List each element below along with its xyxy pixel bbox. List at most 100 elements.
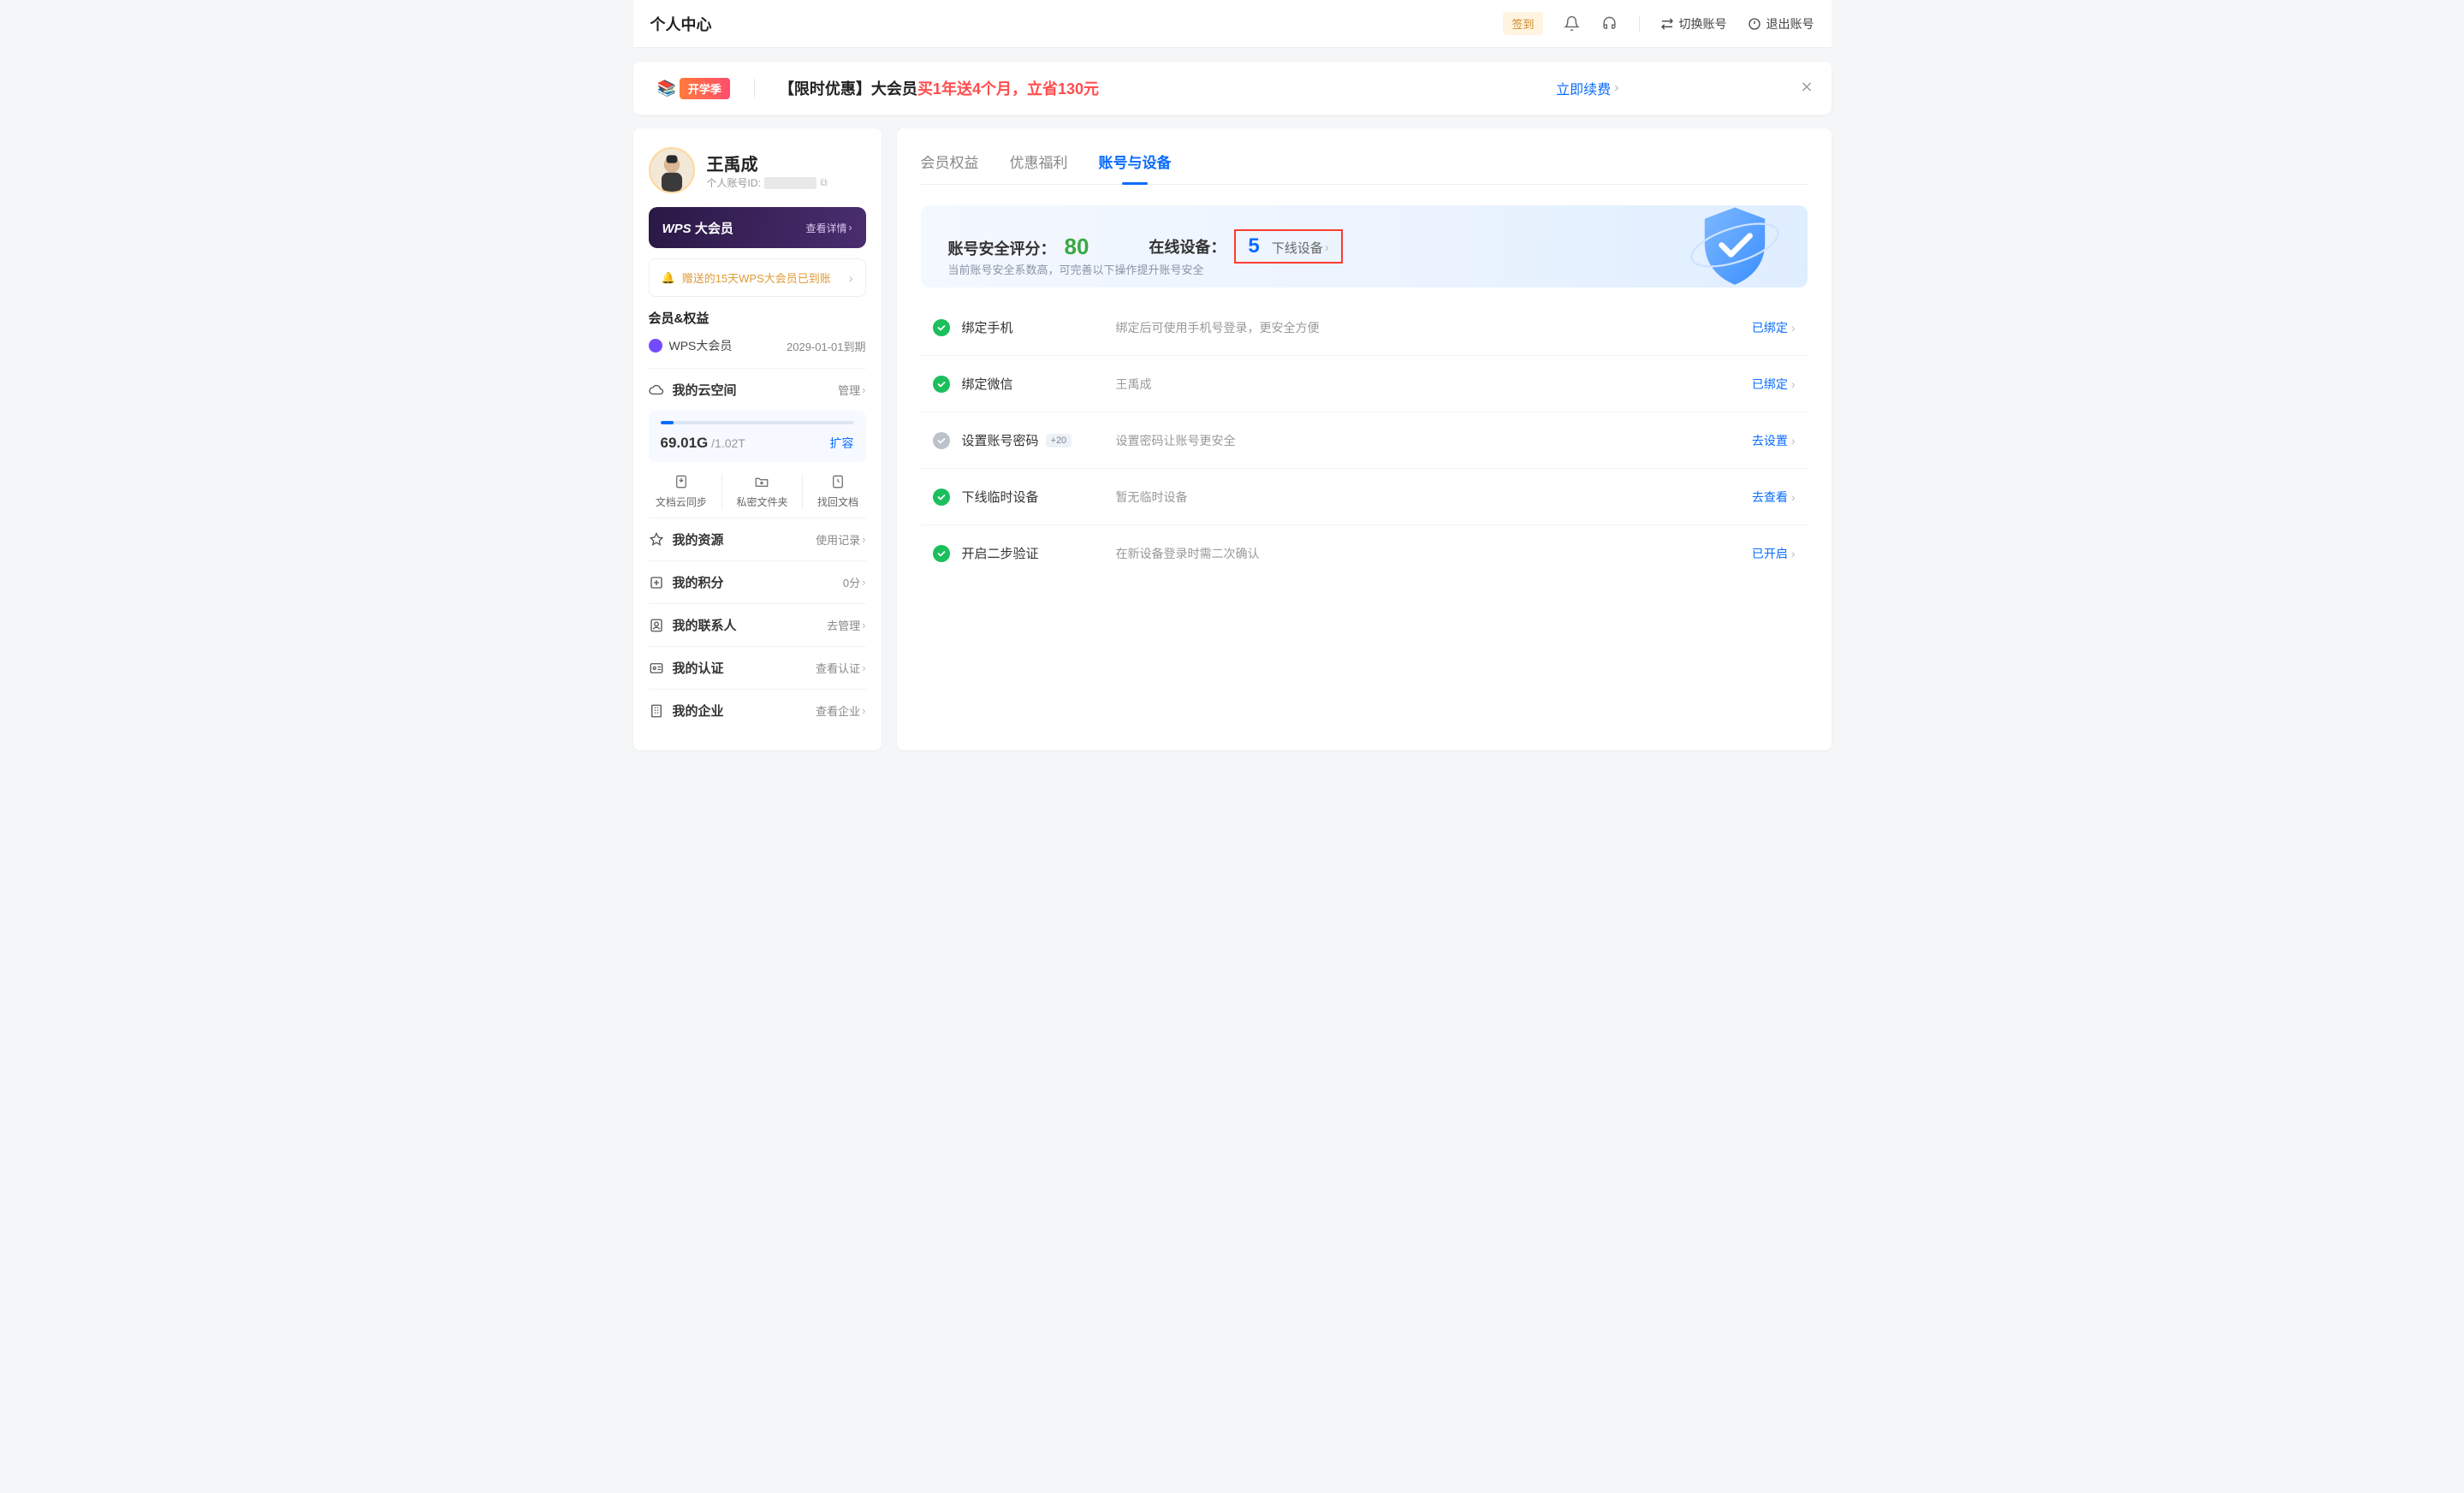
bell-icon[interactable] [1564, 15, 1581, 33]
security-score-panel: 账号安全评分： 80 在线设备： 5 下线设备 › 当前账号安全系数高，可完善以… [921, 205, 1808, 287]
sidebar-item-resources[interactable]: 我的资源 使用记录› [649, 518, 866, 560]
sidebar-item-contacts[interactable]: 我的联系人 去管理› [649, 603, 866, 646]
logout-button[interactable]: 退出账号 [1748, 15, 1814, 33]
security-row-4: 开启二步验证在新设备登录时需二次确认已开启 › [921, 525, 1808, 581]
renew-button[interactable]: 立即续费 › [1556, 78, 1618, 98]
check-icon [933, 319, 950, 336]
profile-name: 王禹成 [707, 151, 828, 175]
header-actions: 签到 切换账号 退出账号 [1503, 12, 1814, 35]
chevron-right-icon: › [862, 576, 865, 589]
switch-account-button[interactable]: 切换账号 [1660, 15, 1727, 33]
cert-icon [649, 661, 664, 676]
security-desc: 绑定后可使用手机号登录，更安全方便 [1116, 319, 1752, 336]
security-title: 绑定微信 [962, 375, 1116, 393]
bell-icon: 🔔 [662, 271, 675, 285]
chevron-right-icon: › [1614, 80, 1618, 96]
chevron-right-icon: › [1791, 377, 1796, 391]
chevron-right-icon: › [862, 661, 865, 674]
books-icon: 📚 [657, 80, 676, 98]
security-desc: 王禹成 [1116, 376, 1752, 393]
chevron-right-icon: › [1791, 490, 1796, 504]
storage-bar [661, 421, 854, 424]
tool-private[interactable]: 私密文件夹 [736, 474, 787, 509]
chevron-right-icon: › [1791, 434, 1796, 447]
chevron-right-icon: › [1325, 240, 1329, 255]
membership-row: WPS大会员 2029-01-01到期 [649, 337, 866, 354]
profile-id: 个人账号ID:00000000 ⧉ [707, 175, 828, 190]
cloud-manage-button[interactable]: 管理› [838, 382, 865, 398]
avatar[interactable] [649, 147, 695, 193]
cloud-section: 我的云空间 管理› [649, 368, 866, 411]
header: 个人中心 签到 切换账号 退出账号 [633, 0, 1832, 48]
storage-card: 69.01G /1.02T 扩容 [649, 411, 866, 462]
promo-badge-text: 开学季 [680, 78, 730, 99]
chevron-right-icon: › [862, 704, 865, 717]
logout-label: 退出账号 [1766, 15, 1814, 33]
shield-icon [1688, 205, 1782, 287]
security-row-1: 绑定微信王禹成已绑定 › [921, 356, 1808, 412]
security-desc: 设置密码让账号更安全 [1116, 432, 1752, 449]
resource-icon [649, 532, 664, 548]
score-value: 80 [1065, 234, 1090, 260]
security-title: 开启二步验证 [962, 544, 1116, 562]
vip-card[interactable]: WPS 大会员 查看详情› [649, 207, 866, 248]
tab-account[interactable]: 账号与设备 [1099, 145, 1172, 184]
security-row-3: 下线临时设备暂无临时设备去查看 › [921, 469, 1808, 525]
security-desc: 在新设备登录时需二次确认 [1116, 545, 1752, 562]
chevron-right-icon: › [1791, 321, 1796, 335]
security-title: 下线临时设备 [962, 488, 1116, 506]
membership-title: 会员&权益 [649, 309, 866, 327]
promo-banner: 📚 开学季 【限时优惠】大会员买1年送4个月，立省130元 立即续费 › [633, 62, 1832, 115]
check-icon [933, 489, 950, 506]
promo-badge: 📚 开学季 [657, 78, 730, 99]
recover-icon [830, 474, 846, 489]
chevron-right-icon: › [849, 222, 852, 234]
close-icon[interactable] [1799, 80, 1814, 98]
tool-recover[interactable]: 找回文档 [817, 474, 858, 509]
chevron-right-icon: › [1791, 547, 1796, 560]
switch-account-label: 切换账号 [1679, 15, 1727, 33]
sidebar-item-points[interactable]: 我的积分 0分› [649, 560, 866, 603]
check-icon [933, 545, 950, 562]
copy-icon[interactable]: ⧉ [820, 176, 828, 189]
tool-row: 文档云同步 私密文件夹 找回文档 [649, 474, 866, 514]
security-action-button[interactable]: 已绑定 › [1752, 319, 1796, 336]
score-label: 账号安全评分： [948, 237, 1056, 259]
vip-detail-link: 查看详情› [805, 221, 852, 235]
sidebar-item-cert[interactable]: 我的认证 查看认证› [649, 646, 866, 689]
sync-icon [674, 474, 689, 489]
divider [754, 79, 755, 98]
storage-total: /1.02T [711, 436, 745, 450]
storage-used: 69.01G [661, 435, 709, 451]
chevron-right-icon: › [862, 619, 865, 631]
security-action-button[interactable]: 已开启 › [1752, 545, 1796, 562]
device-count: 5 [1248, 234, 1259, 258]
gift-text: 赠送的15天WPS大会员已到账 [682, 270, 831, 286]
expire-date: 2029-01-01到期 [787, 338, 866, 354]
tab-benefits[interactable]: 会员权益 [921, 145, 979, 184]
security-action-button[interactable]: 已绑定 › [1752, 376, 1796, 393]
security-row-2: 设置账号密码+20设置密码让账号更安全去设置 › [921, 412, 1808, 469]
signin-button[interactable]: 签到 [1503, 12, 1542, 35]
points-icon [649, 575, 664, 590]
sidebar-item-enterprise[interactable]: 我的企业 查看企业› [649, 689, 866, 732]
security-action-button[interactable]: 去设置 › [1752, 432, 1796, 449]
offline-devices-button[interactable]: 5 下线设备 › [1234, 229, 1342, 264]
security-row-0: 绑定手机绑定后可使用手机号登录，更安全方便已绑定 › [921, 299, 1808, 356]
profile: 王禹成 个人账号ID:00000000 ⧉ [649, 147, 866, 193]
vip-badge-icon [649, 339, 662, 353]
security-list: 绑定手机绑定后可使用手机号登录，更安全方便已绑定 ›绑定微信王禹成已绑定 ›设置… [921, 299, 1808, 581]
headset-icon[interactable] [1601, 15, 1618, 33]
page-title: 个人中心 [650, 13, 712, 35]
expand-storage-button[interactable]: 扩容 [830, 435, 854, 452]
tab-welfare[interactable]: 优惠福利 [1010, 145, 1068, 184]
warn-icon [933, 432, 950, 449]
score-hint: 当前账号安全系数高，可完善以下操作提升账号安全 [948, 261, 1204, 277]
gift-notice[interactable]: 🔔 赠送的15天WPS大会员已到账 › [649, 258, 866, 297]
tool-sync[interactable]: 文档云同步 [656, 474, 707, 509]
vip-logo: WPS 大会员 [662, 219, 733, 237]
chevron-right-icon: › [862, 383, 865, 396]
security-desc: 暂无临时设备 [1116, 489, 1752, 506]
security-title: 绑定手机 [962, 318, 1116, 336]
security-action-button[interactable]: 去查看 › [1752, 489, 1796, 506]
